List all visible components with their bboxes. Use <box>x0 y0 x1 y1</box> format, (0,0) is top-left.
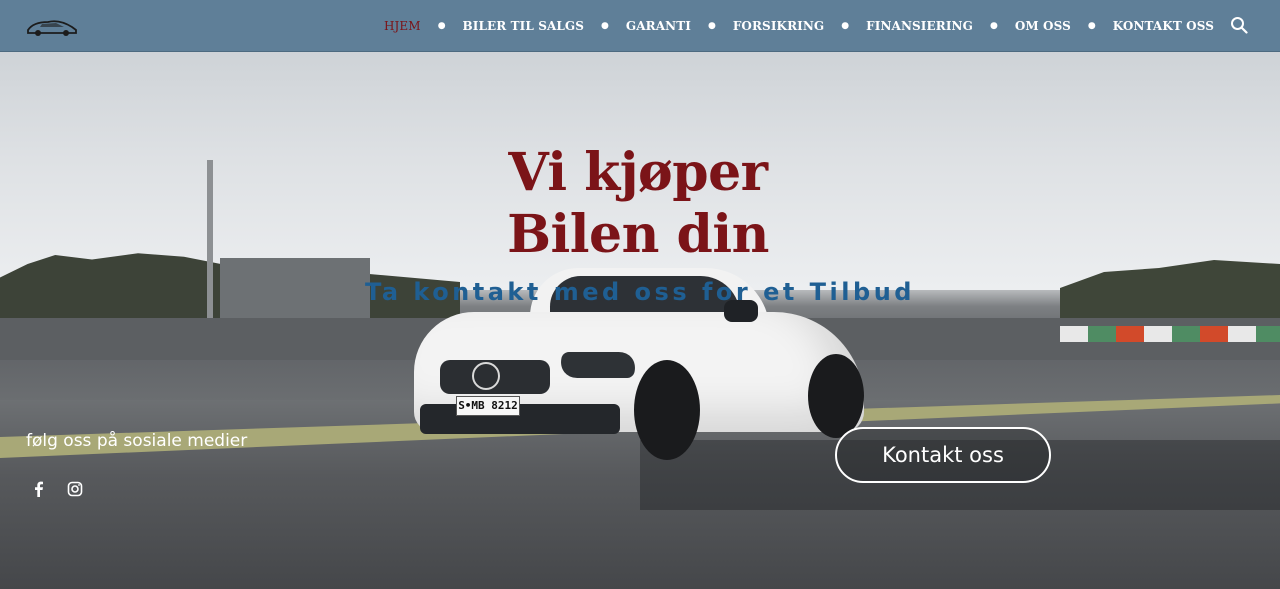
headline-line-2: Bilen din <box>507 204 769 266</box>
car-wheel-rear <box>808 354 864 438</box>
facebook-icon[interactable] <box>30 480 48 498</box>
car-emblem <box>472 362 500 390</box>
car-bumper <box>420 404 620 434</box>
nav-separator: ● <box>989 20 998 31</box>
hero-subheading: Ta kontakt med oss for et Tilbud <box>365 278 915 306</box>
headline-line-1: Vi kjøper <box>508 142 768 203</box>
nav-item-kontakt-oss[interactable]: KONTAKT OSS <box>1113 19 1214 33</box>
search-icon[interactable] <box>1230 16 1248 34</box>
hero-headline: Vi kjøper Bilen din <box>460 142 816 267</box>
nav-item-biler-til-salgs[interactable]: BILER TIL SALGS <box>463 19 584 33</box>
contact-button[interactable]: Kontakt oss <box>835 427 1051 483</box>
license-plate: S•MB 8212 <box>456 396 520 416</box>
nav-separator: ● <box>601 20 609 31</box>
nav-item-garanti[interactable]: GARANTI <box>626 19 691 33</box>
nav-item-finansiering[interactable]: FINANSIERING <box>866 19 973 33</box>
car-logo-icon[interactable] <box>26 14 78 38</box>
nav-separator: ● <box>707 20 716 31</box>
instagram-icon[interactable] <box>66 480 84 498</box>
site-header: HJEM ● BILER TIL SALGS ● GARANTI ● FORSI… <box>0 0 1280 52</box>
car-headlight <box>557 352 639 378</box>
light-pole <box>207 160 213 320</box>
nav-separator: ● <box>841 20 850 31</box>
social-links <box>30 480 84 498</box>
nav-item-forsikring[interactable]: FORSIKRING <box>733 19 824 33</box>
nav-item-hjem[interactable]: HJEM <box>384 19 421 33</box>
track-curb <box>1060 326 1280 342</box>
main-nav: HJEM ● BILER TIL SALGS ● GARANTI ● FORSI… <box>384 0 1214 51</box>
nav-separator: ● <box>437 20 446 31</box>
social-caption: følg oss på sosiale medier <box>26 431 248 451</box>
nav-item-om-oss[interactable]: OM OSS <box>1015 19 1071 33</box>
car-wheel-front <box>634 360 700 460</box>
nav-separator: ● <box>1087 20 1096 31</box>
